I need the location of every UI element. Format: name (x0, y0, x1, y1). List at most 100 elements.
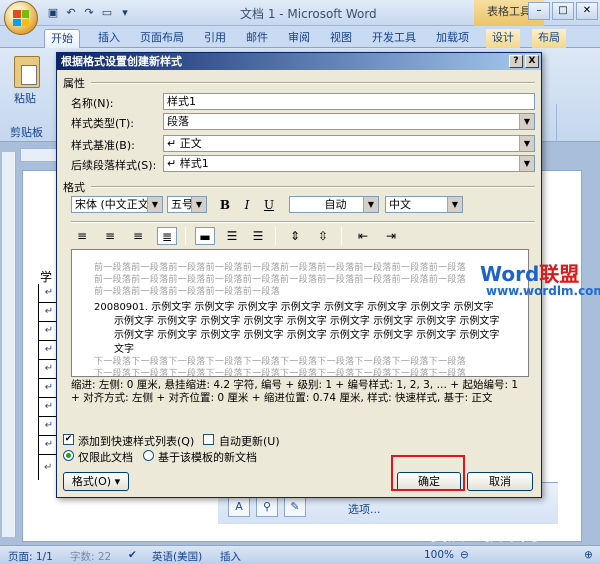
font-size-select[interactable]: 五号 ▼ (167, 196, 207, 213)
increase-para-spacing-icon[interactable]: ⇕ (285, 227, 305, 245)
tab-layout[interactable]: 布局 (532, 29, 566, 48)
preview-previous-paragraph: 前一段落前一段落前一段落前一段落前一段落 (94, 287, 281, 297)
language-value: 中文 (389, 198, 411, 211)
increase-indent-icon[interactable]: ⇥ (381, 227, 401, 245)
bold-button[interactable]: B (217, 196, 233, 214)
add-to-quick-list-label[interactable]: 添加到快速样式列表(Q) (78, 433, 194, 449)
paste-button-label[interactable]: 粘贴 (14, 90, 36, 106)
underline-button[interactable]: U (261, 196, 277, 214)
office-logo-icon (13, 10, 29, 26)
preview-next-paragraph: 下一段落下一段落下一段落下一段落下一段落下一段落下一段落下一段落下一段落下一段落 (94, 369, 467, 377)
tab-design[interactable]: 设计 (486, 29, 520, 48)
new-docs-template-radio[interactable] (143, 450, 154, 461)
status-insert-mode[interactable]: 插入 (220, 549, 241, 564)
style-type-label: 样式类型(T): (71, 117, 135, 130)
one-half-spacing-icon[interactable]: ☰ (223, 227, 241, 245)
auto-update-label[interactable]: 自动更新(U) (219, 433, 280, 449)
close-window-icon[interactable]: ✕ (576, 2, 598, 20)
only-this-document-radio[interactable] (63, 450, 74, 461)
title-bar: ▣ ↶ ↷ ▭ ▾ 文档 1 - Microsoft Word 表格工具 – □… (0, 0, 600, 26)
format-group-label: 格式 (63, 181, 85, 194)
dialog-close-button[interactable]: X (525, 55, 539, 68)
font-color-value: 自动 (324, 198, 347, 211)
styles-options-link[interactable]: 选项... (348, 501, 381, 517)
undo-icon[interactable]: ↶ (64, 6, 78, 20)
chevron-down-icon: ▼ (363, 197, 378, 212)
tab-review[interactable]: 审阅 (282, 29, 316, 48)
new-style-icon[interactable]: A (228, 497, 250, 517)
chevron-down-icon: ▼ (191, 197, 206, 212)
align-center-icon[interactable]: ≡ (101, 227, 119, 245)
align-right-icon[interactable]: ≡ (129, 227, 147, 245)
style-name-input[interactable]: 样式1 (163, 93, 535, 110)
following-style-select[interactable]: ↵ 样式1 ▼ (163, 155, 535, 172)
separator (185, 227, 186, 245)
chevron-down-icon: ▼ (519, 114, 534, 129)
redo-icon[interactable]: ↷ (82, 6, 96, 20)
decrease-para-spacing-icon[interactable]: ⇳ (313, 227, 333, 245)
add-to-quick-list-checkbox[interactable]: ✔ (63, 434, 74, 445)
auto-update-checkbox[interactable] (203, 434, 214, 445)
tab-insert[interactable]: 插入 (92, 29, 126, 48)
spellcheck-icon[interactable]: ✔ (128, 549, 137, 561)
tab-mailings[interactable]: 邮件 (240, 29, 274, 48)
style-preview: 前一段落前一段落前一段落前一段落前一段落前一段落前一段落前一段落前一段落前一段落… (71, 249, 529, 377)
tab-page-layout[interactable]: 页面布局 (134, 29, 190, 48)
new-docs-template-label[interactable]: 基于该模板的新文档 (158, 449, 257, 465)
style-inspector-icon[interactable]: ⚲ (256, 497, 278, 517)
separator (341, 227, 342, 245)
status-word-count[interactable]: 字数: 22 (70, 549, 111, 564)
single-spacing-icon[interactable]: ▬ (195, 227, 215, 245)
preview-sample-text: 文字 (114, 344, 134, 355)
tab-references[interactable]: 引用 (198, 29, 232, 48)
table-header-cell: 学 (40, 270, 53, 284)
vertical-ruler (2, 152, 16, 537)
manage-styles-icon[interactable]: ✎ (284, 497, 306, 517)
language-select[interactable]: 中文 ▼ (385, 196, 463, 213)
cancel-button[interactable]: 取消 (467, 472, 533, 491)
preview-sample-text: 示例文字 示例文字 示例文字 示例文字 示例文字 示例文字 示例文字 示例文字 … (114, 316, 500, 327)
status-bar: 页面: 1/1 字数: 22 ✔ 英语(美国) 插入 100% ⊖ ⊕ (0, 545, 600, 564)
paste-icon[interactable] (14, 56, 40, 88)
zoom-out-icon[interactable]: ⊖ (460, 549, 469, 561)
properties-group-label: 属性 (63, 77, 85, 90)
zoom-in-icon[interactable]: ⊕ (584, 549, 593, 561)
status-zoom[interactable]: 100% (424, 549, 454, 561)
office-button[interactable] (4, 1, 38, 35)
font-select[interactable]: 宋体 (中文正文 ▼ (71, 196, 163, 213)
following-style-label: 后续段落样式(S): (71, 159, 157, 172)
new-doc-icon[interactable]: ▭ (100, 6, 114, 20)
chevron-down-icon: ▼ (147, 197, 162, 212)
only-this-document-label[interactable]: 仅限此文档 (78, 449, 133, 465)
based-on-value: ↵ 正文 (167, 137, 202, 150)
italic-button[interactable]: I (239, 196, 255, 214)
justify-icon[interactable]: ≣ (157, 227, 177, 245)
minimize-icon[interactable]: – (528, 2, 550, 20)
tab-home[interactable]: 开始 (44, 29, 80, 48)
help-button[interactable]: ? (509, 55, 523, 68)
preview-sample-text: 20080901. 示例文字 示例文字 示例文字 示例文字 示例文字 示例文字 … (94, 302, 494, 313)
double-spacing-icon[interactable]: ☰ (249, 227, 267, 245)
tab-developer[interactable]: 开发工具 (366, 29, 422, 48)
watermark-bottom: 我爱IT技术网 (430, 524, 539, 545)
separator (275, 227, 276, 245)
save-icon[interactable]: ▣ (46, 6, 60, 20)
style-type-select[interactable]: 段落 ▼ (163, 113, 535, 130)
tab-addins[interactable]: 加载项 (430, 29, 475, 48)
align-left-icon[interactable]: ≡ (73, 227, 91, 245)
ruler-toggle[interactable] (20, 148, 60, 162)
tab-view[interactable]: 视图 (324, 29, 358, 48)
watermark-url: www.wordlm.com (486, 284, 600, 298)
status-language[interactable]: 英语(美国) (152, 549, 202, 564)
style-type-value: 段落 (167, 115, 189, 128)
customize-qat-icon[interactable]: ▾ (118, 6, 132, 20)
dialog-title: 根据格式设置创建新样式 (57, 53, 541, 70)
preview-sample-text: 示例文字 示例文字 示例文字 示例文字 示例文字 示例文字 示例文字 示例文字 … (114, 330, 500, 341)
maximize-icon[interactable]: □ (552, 2, 574, 20)
status-page[interactable]: 页面: 1/1 (8, 549, 53, 564)
based-on-select[interactable]: ↵ 正文 ▼ (163, 135, 535, 152)
decrease-indent-icon[interactable]: ⇤ (353, 227, 373, 245)
format-menu-button[interactable]: 格式(O) ▾ (63, 472, 129, 491)
font-color-select[interactable]: 自动 ▼ (289, 196, 379, 213)
font-size-value: 五号 (171, 198, 193, 211)
